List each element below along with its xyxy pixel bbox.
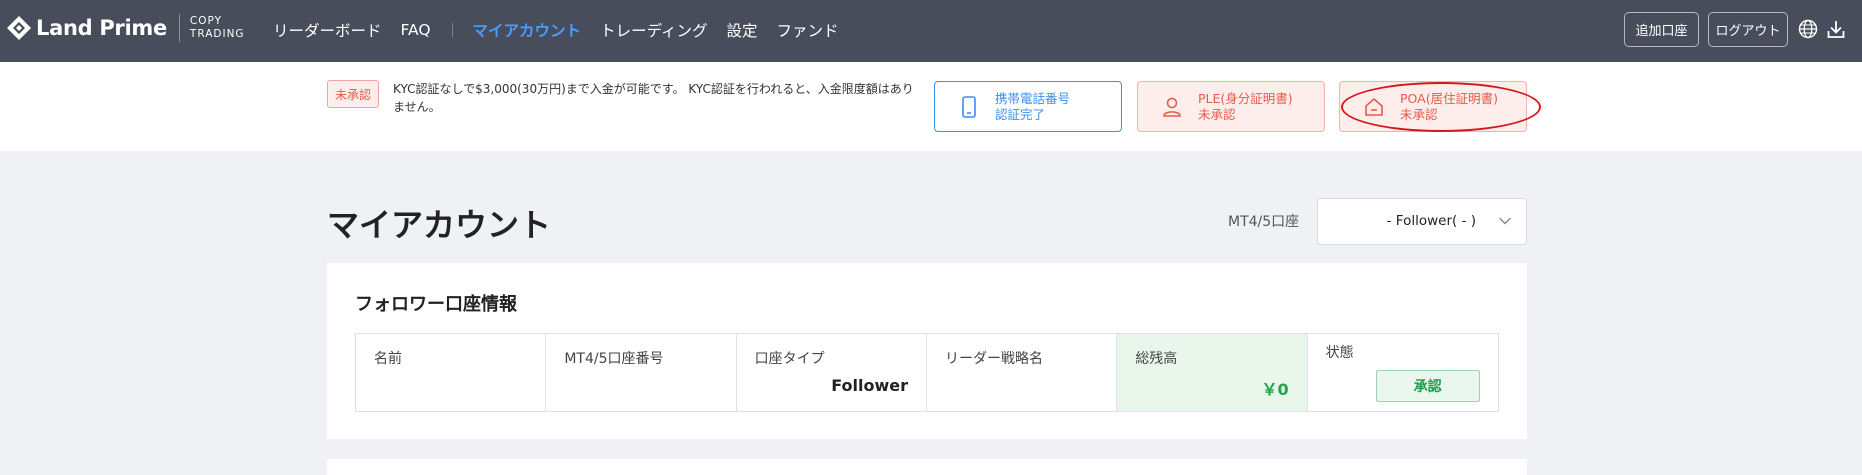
info-header-account-number: MT4/5口座番号 — [564, 351, 664, 367]
account-select-label: MT4/5口座 — [1228, 214, 1300, 230]
download-icon[interactable] — [1825, 18, 1847, 40]
brand-name: Land Prime — [36, 16, 167, 40]
info-header-name: 名前 — [374, 351, 402, 367]
follower-info-grid: 名前 MT4/5口座番号 口座タイプ Follower リーダー戦略名 総残高 … — [355, 333, 1499, 412]
kyc-card-phone[interactable]: 携帯電話番号 認証完了 — [934, 81, 1122, 132]
info-header-account-type: 口座タイプ — [754, 351, 825, 367]
info-cell-strategy: リーダー戦略名 — [927, 334, 1118, 411]
brand-sub-line1: COPY — [189, 15, 223, 27]
nav-settings[interactable]: 設定 — [726, 19, 757, 41]
info-cell-status: 状態 承認 — [1308, 334, 1498, 411]
nav-faq[interactable]: FAQ — [401, 21, 431, 39]
kyc-card-poa-title: POA(居住証明書) — [1400, 90, 1498, 106]
land-prime-logo-icon — [7, 16, 31, 40]
next-card — [327, 459, 1527, 475]
brand-logo[interactable]: Land Prime COPY TRADING — [6, 14, 245, 42]
nav-leaderboard[interactable]: リーダーボード — [273, 19, 382, 41]
person-icon — [1163, 97, 1181, 117]
logout-button[interactable]: ログアウト — [1708, 12, 1788, 47]
kyc-card-phone-title: 携帯電話番号 — [995, 90, 1071, 106]
kyc-message: KYC認証なしで$3,000(30万円)まで入金が可能です。 KYC認証を行われ… — [393, 82, 914, 114]
account-select-value: - Follower( - ) — [1386, 213, 1476, 229]
follower-info-title: フォロワー口座情報 — [355, 294, 517, 315]
mobile-phone-icon — [962, 95, 976, 118]
nav-trading[interactable]: トレーディング — [600, 19, 707, 41]
page-title: マイアカウント — [327, 206, 552, 244]
kyc-status-badge: 未承認 — [327, 80, 380, 108]
main-nav: リーダーボード FAQ マイアカウント トレーディング 設定 ファンド — [273, 19, 858, 41]
nav-my-account[interactable]: マイアカウント — [473, 19, 582, 41]
info-cell-balance: 総残高 ￥0 — [1117, 334, 1308, 411]
status-badge: 承認 — [1375, 370, 1480, 402]
kyc-banner — [0, 62, 1862, 151]
globe-icon[interactable] — [1797, 18, 1819, 40]
info-cell-account-number: MT4/5口座番号 — [546, 334, 737, 411]
kyc-card-poa[interactable]: POA(居住証明書) 未承認 — [1339, 81, 1527, 132]
kyc-card-ple[interactable]: PLE(身分証明書) 未承認 — [1137, 81, 1325, 132]
kyc-card-poa-status: 未承認 — [1400, 106, 1438, 122]
info-value-balance: ￥0 — [1261, 380, 1289, 399]
chevron-down-icon — [1499, 217, 1511, 225]
kyc-card-ple-title: PLE(身分証明書) — [1198, 90, 1293, 106]
kyc-card-phone-status: 認証完了 — [995, 106, 1046, 122]
account-select[interactable]: - Follower( - ) — [1317, 198, 1527, 245]
info-header-status: 状態 — [1325, 345, 1354, 361]
info-cell-account-type: 口座タイプ Follower — [737, 334, 927, 411]
brand-subtitle: COPY TRADING — [190, 15, 245, 41]
top-navbar: Land Prime COPY TRADING リーダーボード FAQ マイアカ… — [0, 0, 1862, 62]
info-header-balance: 総残高 — [1135, 351, 1178, 367]
add-account-button[interactable]: 追加口座 — [1624, 12, 1699, 47]
logo-divider — [178, 14, 180, 42]
home-icon — [1365, 97, 1383, 116]
info-cell-name: 名前 — [356, 334, 547, 411]
info-value-account-type: Follower — [831, 376, 908, 395]
kyc-card-ple-status: 未承認 — [1198, 106, 1236, 122]
nav-separator — [451, 23, 453, 37]
nav-fund[interactable]: ファンド — [777, 19, 839, 41]
follower-info-card: フォロワー口座情報 名前 MT4/5口座番号 口座タイプ Follower リー… — [327, 263, 1527, 439]
info-header-strategy: リーダー戦略名 — [944, 351, 1043, 367]
brand-sub-line2: TRADING — [189, 28, 245, 40]
